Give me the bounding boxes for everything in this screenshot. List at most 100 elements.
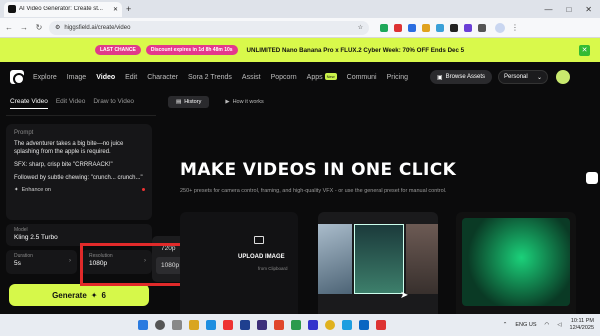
model-label: Model [14, 227, 28, 233]
nav-pricing[interactable]: Pricing [387, 74, 408, 81]
tab-edit-video[interactable]: Edit Video [56, 98, 86, 109]
back-icon[interactable]: ← [4, 23, 14, 32]
duration-value: 5s [14, 260, 21, 267]
promo-close-icon[interactable]: ✕ [579, 45, 590, 56]
site-favicon-icon [8, 5, 16, 13]
prompt-line: Followed by subtle chewing: "crunch... c… [14, 175, 143, 181]
url-field[interactable]: ⚙ higgsfield.ai/create/video ☆ [49, 20, 369, 35]
nav-character[interactable]: Character [147, 74, 178, 81]
nav-video[interactable]: Video [96, 74, 115, 81]
window-controls: — □ ✕ [544, 5, 600, 14]
folder-icon: ▣ [437, 74, 443, 81]
preset-thumbnail [406, 224, 438, 294]
sparkle-icon: ✦ [14, 187, 19, 193]
nav-sora-trends[interactable]: Sora 2 Trends [188, 74, 232, 81]
tab-how-it-works[interactable]: ▶ How it works [217, 96, 271, 108]
close-window-button[interactable]: ✕ [585, 5, 592, 14]
extension-icon[interactable] [380, 23, 388, 32]
system-tray: ⌃ ENG US ◠ ◁ 10:11 PM 12/4/2025 [503, 318, 600, 332]
search-icon[interactable] [155, 320, 165, 330]
promo-text[interactable]: UNLIMITED Nano Banana Pro x FLUX.2 Cyber… [247, 47, 465, 54]
taskbar-app-icon[interactable] [206, 320, 216, 330]
taskbar-app-icon[interactable] [240, 320, 250, 330]
taskbar-app-icon[interactable] [223, 320, 233, 330]
address-bar: ← → ↻ ⚙ higgsfield.ai/create/video ☆ ⋮ [0, 18, 600, 38]
browser-tab-bar: AI Video Generator: Create st... ✕ + — □… [0, 0, 600, 18]
promo-banner: LAST CHANCE Discount expires in 1d 8h 48… [0, 38, 600, 62]
wifi-icon[interactable]: ◠ [544, 322, 549, 328]
lang-label: ENG [515, 322, 528, 328]
extension-icon[interactable] [408, 23, 416, 32]
browser-tab[interactable]: AI Video Generator: Create st... ✕ [4, 1, 122, 17]
browse-assets-button[interactable]: ▣ Browse Assets [430, 70, 493, 84]
tab-create-video[interactable]: Create Video [10, 98, 48, 109]
taskbar-app-icon[interactable] [376, 320, 386, 330]
nav-edit[interactable]: Edit [125, 74, 137, 81]
taskbar-app-icon[interactable] [172, 320, 182, 330]
menu-icon[interactable]: ⋮ [510, 23, 520, 32]
nav-community[interactable]: Communi [347, 74, 377, 81]
duration-select[interactable]: Duration 5s › [6, 250, 77, 274]
preset-thumbnail [462, 218, 570, 306]
nav-explore[interactable]: Explore [33, 74, 57, 81]
taskbar-apps [138, 320, 386, 330]
forward-icon[interactable]: → [19, 23, 29, 32]
profile-avatar[interactable] [495, 22, 505, 33]
volume-icon[interactable]: ◁ [557, 322, 561, 328]
nav-apps[interactable]: Apps New [307, 73, 337, 81]
start-icon[interactable] [138, 320, 148, 330]
browse-assets-label: Browse Assets [445, 74, 486, 80]
tab-history[interactable]: ▤ History [168, 96, 210, 108]
taskbar-app-icon[interactable] [342, 320, 352, 330]
workspace-label: Personal [504, 74, 528, 80]
taskbar-app-icon[interactable] [359, 320, 369, 330]
puzzle-icon[interactable] [478, 23, 486, 32]
extension-icon[interactable] [422, 23, 430, 32]
generate-button[interactable]: Generate ✦ 6 [9, 284, 149, 306]
upload-title: UPLOAD IMAGE [238, 254, 285, 260]
extensions-bar [380, 23, 486, 32]
preset-thumbnail [318, 224, 352, 294]
extension-icon[interactable] [450, 23, 458, 32]
new-badge: New [324, 73, 337, 81]
taskbar-app-icon[interactable] [291, 320, 301, 330]
sparkle-icon: ✦ [90, 290, 98, 300]
main-tabs: ▤ History ▶ How it works [168, 96, 272, 108]
time: 10:11 PM [570, 318, 594, 324]
reload-icon[interactable]: ↻ [34, 23, 44, 32]
close-tab-icon[interactable]: ✕ [113, 6, 118, 13]
taskbar-app-icon[interactable] [189, 320, 199, 330]
taskbar-app-icon[interactable] [325, 320, 335, 330]
nav-image[interactable]: Image [67, 74, 86, 81]
tab-draw-to-video[interactable]: Draw to Video [93, 98, 134, 109]
chevron-up-icon[interactable]: ⌃ [503, 322, 508, 328]
prompt-textarea[interactable]: Prompt The adventurer takes a big bite—n… [6, 124, 152, 220]
extension-icon[interactable] [436, 23, 444, 32]
side-widget-button[interactable] [586, 172, 598, 184]
maximize-button[interactable]: □ [566, 5, 571, 14]
workspace-select[interactable]: Personal ⌄ [498, 70, 549, 84]
language-indicator[interactable]: ENG US [515, 322, 536, 328]
preset-card[interactable] [318, 212, 438, 320]
higgsfield-logo-icon[interactable] [10, 70, 25, 85]
clock[interactable]: 10:11 PM 12/4/2025 [570, 318, 594, 332]
nav-assist[interactable]: Assist [242, 74, 261, 81]
preset-card[interactable] [456, 212, 576, 320]
upload-image-card[interactable]: UPLOAD IMAGE from Clipboard [180, 212, 298, 320]
history-icon: ▤ [176, 99, 182, 105]
user-avatar[interactable] [556, 70, 571, 84]
minimize-button[interactable]: — [544, 5, 552, 14]
extension-icon[interactable] [464, 23, 472, 32]
taskbar-app-icon[interactable] [274, 320, 284, 330]
taskbar-app-icon[interactable] [308, 320, 318, 330]
nav-popcorn[interactable]: Popcorn [271, 74, 297, 81]
new-tab-button[interactable]: + [126, 4, 131, 14]
date: 12/4/2025 [569, 325, 594, 331]
extension-icon[interactable] [394, 23, 402, 32]
taskbar-app-icon[interactable] [257, 320, 267, 330]
preset-thumbnail [354, 224, 404, 294]
site-info-icon[interactable]: ⚙ [55, 24, 60, 31]
enhance-toggle[interactable]: ✦ Enhance on [14, 187, 144, 193]
model-value: Kling 2.5 Turbo [14, 234, 58, 241]
bookmark-star-icon[interactable]: ☆ [358, 24, 363, 31]
